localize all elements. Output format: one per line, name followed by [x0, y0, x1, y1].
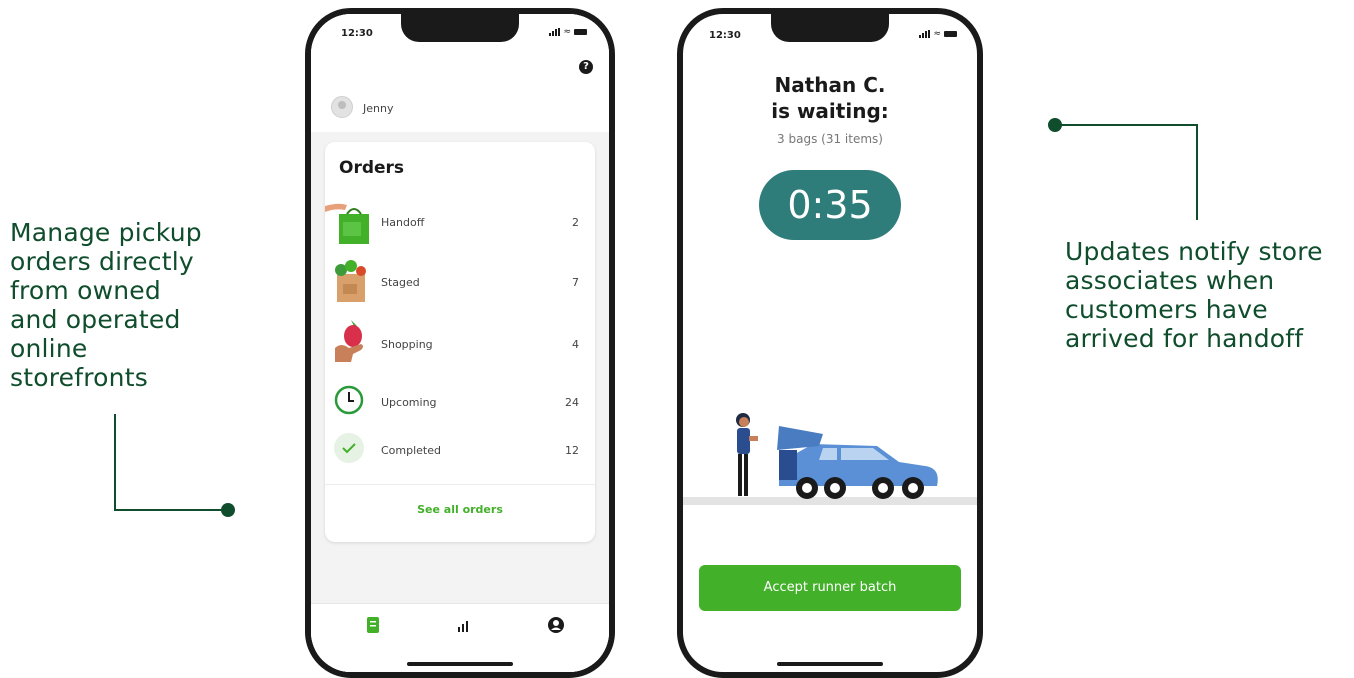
row-count: 2 [572, 216, 579, 229]
left-callout-line: from owned [10, 276, 161, 305]
row-label: Upcoming [381, 396, 437, 409]
waiting-heading: Nathan C. is waiting: [683, 72, 977, 124]
wifi-icon: ≈ [563, 27, 571, 37]
orders-title: Orders [339, 158, 405, 178]
left-callout-line: and operated [10, 305, 181, 334]
left-callout-dot [221, 503, 235, 517]
see-all-orders-link[interactable]: See all orders [325, 484, 595, 543]
row-count: 24 [565, 396, 579, 409]
status-icons: ≈ [549, 27, 587, 37]
battery-icon [574, 29, 587, 35]
row-label: Shopping [381, 338, 433, 351]
signal-icon [919, 30, 931, 38]
orders-row-shopping[interactable]: Shopping 4 [325, 320, 595, 374]
bag-count: 3 bags (31 items) [777, 132, 883, 146]
row-label: Handoff [381, 216, 425, 229]
status-time: 12:30 [709, 30, 741, 41]
right-callout-text: Updates notify store associates when cus… [1065, 237, 1323, 353]
staged-grocery-bag-icon [335, 260, 366, 302]
orders-row-staged[interactable]: Staged 7 [325, 258, 595, 312]
stats-tab-icon[interactable] [456, 618, 472, 634]
orders-card: Orders Handoff 2 Staged 7 Shopping 4 Upc… [325, 142, 595, 542]
status-icons: ≈ [919, 29, 957, 39]
status-time: 12:30 [341, 28, 373, 39]
row-count: 7 [572, 276, 579, 289]
accept-runner-batch-button[interactable]: Accept runner batch [699, 565, 961, 611]
signal-icon [549, 28, 561, 36]
right-callout-connector-vertical [1196, 124, 1198, 220]
left-callout-line: storefronts [10, 363, 148, 392]
customer-name: Nathan C. [774, 73, 886, 97]
waiting-phone: 12:30 ≈ Nathan C. is waiting: 3 bags (31… [677, 8, 983, 678]
left-callout-line: online [10, 334, 88, 363]
phone-notch [401, 14, 519, 42]
row-count: 12 [565, 444, 579, 457]
right-callout-line: associates when [1065, 266, 1275, 295]
home-indicator [407, 662, 513, 666]
wait-timer: 0:35 [759, 170, 901, 240]
right-callout-line: Updates notify store [1065, 237, 1323, 266]
waiting-label: is waiting: [771, 99, 889, 123]
profile-tab-icon[interactable] [547, 616, 565, 634]
check-icon [334, 433, 364, 463]
orders-row-completed[interactable]: Completed 12 [325, 426, 595, 480]
orders-row-handoff[interactable]: Handoff 2 [325, 198, 595, 252]
customer-car-illustration [736, 413, 938, 499]
battery-icon [944, 31, 957, 37]
left-callout-connector-vertical [114, 414, 116, 511]
orders-tab-icon[interactable] [365, 616, 381, 634]
shopping-hand-icon [335, 320, 363, 362]
left-callout-line: Manage pickup [10, 218, 202, 247]
home-indicator [777, 662, 883, 666]
avatar[interactable] [331, 96, 353, 118]
orders-phone: 12:30 ≈ ? Jenny Orders Handoff 2 Staged … [305, 8, 615, 678]
orders-row-upcoming[interactable]: Upcoming 24 [325, 378, 595, 432]
user-name: Jenny [363, 102, 394, 115]
left-callout-text: Manage pickup orders directly from owned… [10, 218, 202, 392]
phone-notch [771, 14, 889, 42]
left-callout-line: orders directly [10, 247, 194, 276]
right-callout-line: arrived for handoff [1065, 324, 1304, 353]
right-callout-line: customers have [1065, 295, 1268, 324]
row-count: 4 [572, 338, 579, 351]
row-label: Completed [381, 444, 441, 457]
right-callout-connector-horizontal [1055, 124, 1198, 126]
row-label: Staged [381, 276, 420, 289]
wifi-icon: ≈ [933, 29, 941, 39]
help-icon[interactable]: ? [579, 60, 593, 74]
clock-icon [334, 385, 364, 415]
left-callout-connector-horizontal [114, 509, 226, 511]
handoff-bag-icon [325, 203, 369, 244]
